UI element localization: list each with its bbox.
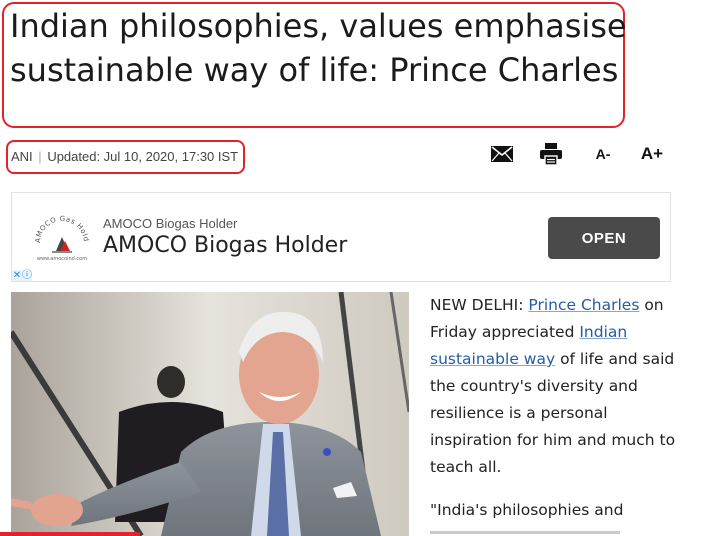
article-paragraph-1: NEW DELHI: Prince Charles on Friday appr… (430, 292, 682, 481)
paragraph-text-2: of life and said the country's diversity… (430, 350, 676, 476)
email-share-button[interactable] (488, 140, 516, 168)
byline-source[interactable]: ANI (11, 149, 33, 164)
ad-advertiser-name: AMOCO Biogas Holder (103, 216, 238, 231)
progress-indicator (0, 532, 140, 536)
ad-open-button[interactable]: OPEN (548, 217, 660, 259)
font-increase-button[interactable]: A+ (638, 140, 666, 168)
article-photo[interactable] (11, 292, 409, 536)
article-headline: Indian philosophies, values emphasise su… (10, 7, 627, 89)
advertiser-logo: AMOCO Gas Holder www.amocoind.com (30, 207, 92, 263)
ad-close-icon[interactable]: ✕ (12, 270, 22, 281)
printer-icon (540, 143, 562, 165)
print-button[interactable] (538, 140, 564, 168)
envelope-icon (491, 146, 513, 162)
svg-text:AMOCO Gas Holder: AMOCO Gas Holder (32, 213, 90, 243)
article-paragraph-2: "India's philosophies and (430, 501, 624, 519)
ad-choices: ✕ ⓘ (12, 270, 32, 281)
advertisement-banner[interactable]: AMOCO Gas Holder www.amocoind.com AMOCO … (11, 192, 671, 282)
paragraph-continuation (430, 528, 650, 536)
svg-text:www.amocoind.com: www.amocoind.com (37, 256, 87, 262)
ad-info-icon[interactable]: ⓘ (22, 270, 32, 281)
ad-headline[interactable]: AMOCO Biogas Holder (103, 233, 347, 258)
dateline: NEW DELHI: (430, 296, 529, 314)
article-byline: ANI | Updated: Jul 10, 2020, 17:30 IST (11, 149, 238, 164)
byline-separator: | (38, 149, 42, 164)
byline-updated: Updated: Jul 10, 2020, 17:30 IST (47, 149, 239, 164)
font-decrease-button[interactable]: A- (592, 140, 614, 168)
prince-charles-link[interactable]: Prince Charles (528, 296, 639, 314)
